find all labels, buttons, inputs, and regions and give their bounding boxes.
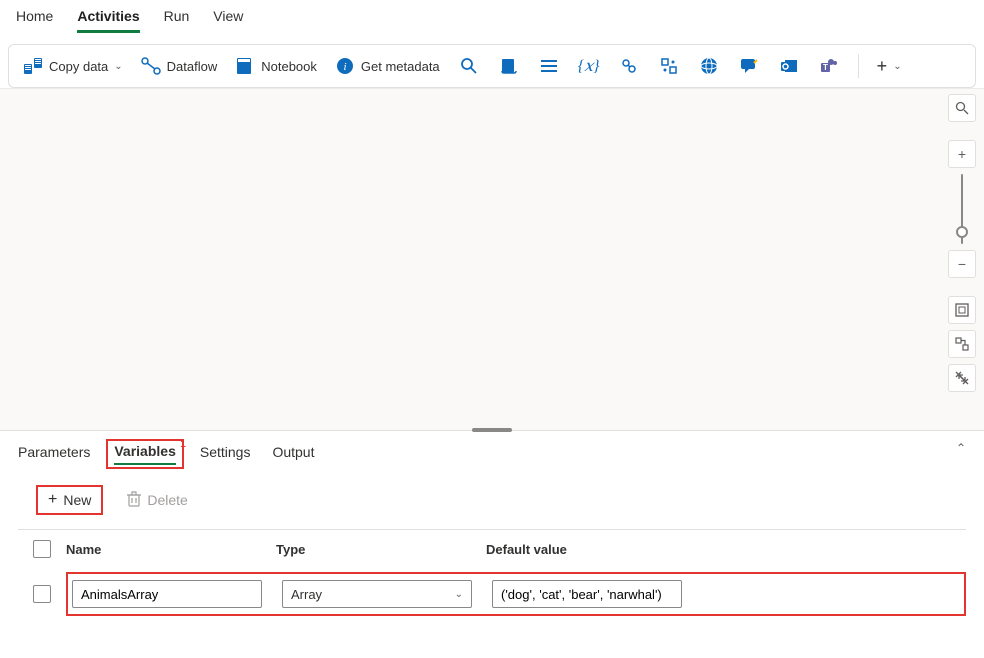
copy-data-button[interactable]: Copy data ⌄	[23, 56, 123, 76]
get-metadata-label: Get metadata	[361, 59, 440, 74]
column-header-type[interactable]: Type	[276, 542, 486, 557]
tab-parameters[interactable]: Parameters	[18, 444, 90, 464]
fullscreen-button[interactable]	[948, 364, 976, 392]
dataflow-button[interactable]: Dataflow	[141, 56, 218, 76]
auto-layout-button[interactable]	[948, 330, 976, 358]
row-checkbox[interactable]	[33, 585, 51, 603]
toolbar-separator	[858, 54, 859, 78]
wrap-icon[interactable]	[658, 55, 680, 77]
variables-badge: 1	[180, 439, 186, 450]
properties-panel: Parameters Variables 1 Settings Output ⌃…	[0, 430, 984, 620]
script-icon[interactable]	[498, 55, 520, 77]
chevron-down-icon: ⌄	[114, 61, 122, 72]
svg-text:T: T	[823, 63, 828, 72]
tab-settings[interactable]: Settings	[200, 444, 251, 464]
dataflow-label: Dataflow	[167, 59, 218, 74]
dataflow-icon	[141, 56, 161, 76]
chevron-down-icon: ⌄	[455, 589, 463, 600]
zoom-out-button[interactable]: −	[948, 250, 976, 278]
menu-run[interactable]: Run	[164, 8, 190, 33]
new-variable-button[interactable]: + New	[36, 485, 103, 515]
notebook-icon	[235, 56, 255, 76]
chat-icon[interactable]	[738, 55, 760, 77]
select-value: Array	[291, 587, 322, 602]
copy-data-label: Copy data	[49, 59, 108, 74]
pipeline-canvas[interactable]	[0, 88, 984, 430]
list-icon[interactable]	[538, 55, 560, 77]
svg-text:i: i	[343, 61, 346, 73]
plus-icon: +	[48, 491, 57, 509]
copy-data-icon	[23, 56, 43, 76]
top-menu-bar: Home Activities Run View	[0, 0, 984, 40]
column-header-name[interactable]: Name	[66, 542, 276, 557]
activities-toolbar: Copy data ⌄ Dataflow Notebook i Get meta…	[8, 44, 976, 88]
menu-home[interactable]: Home	[16, 8, 53, 33]
zoom-slider-thumb[interactable]	[956, 226, 968, 238]
menu-view[interactable]: View	[213, 8, 243, 33]
notebook-button[interactable]: Notebook	[235, 56, 317, 76]
canvas-search-button[interactable]	[948, 94, 976, 122]
trash-icon	[127, 491, 141, 510]
web-icon[interactable]	[698, 55, 720, 77]
fit-to-screen-button[interactable]	[948, 296, 976, 324]
tab-output[interactable]: Output	[272, 444, 314, 464]
tab-variables[interactable]: Variables	[114, 443, 176, 465]
variable-icon[interactable]: {𝑥}	[578, 55, 600, 77]
canvas-side-controls: + −	[948, 94, 976, 392]
add-activity-button[interactable]: + ⌄	[877, 56, 902, 77]
info-icon: i	[335, 56, 355, 76]
variable-type-select[interactable]: Array ⌄	[282, 580, 472, 608]
delete-variable-button[interactable]: Delete	[127, 491, 187, 510]
panel-actions: + New Delete	[18, 475, 966, 530]
menu-activities[interactable]: Activities	[77, 8, 139, 33]
variable-name-input[interactable]	[72, 580, 262, 608]
column-header-default[interactable]: Default value	[486, 542, 966, 557]
delete-label: Delete	[147, 492, 187, 508]
variable-default-input[interactable]	[492, 580, 682, 608]
select-all-checkbox[interactable]	[33, 540, 51, 558]
variables-table: Name Type Default value Array ⌄	[0, 530, 984, 620]
zoom-slider[interactable]	[961, 174, 963, 244]
notebook-label: Notebook	[261, 59, 317, 74]
search-icon[interactable]	[458, 55, 480, 77]
chevron-down-icon: ⌄	[893, 61, 901, 72]
get-metadata-button[interactable]: i Get metadata	[335, 56, 440, 76]
plus-icon: +	[877, 56, 888, 77]
teams-icon[interactable]: T	[818, 55, 840, 77]
zoom-in-button[interactable]: +	[948, 140, 976, 168]
outlook-icon[interactable]	[778, 55, 800, 77]
debug-icon[interactable]	[618, 55, 640, 77]
collapse-panel-button[interactable]: ⌃	[956, 441, 966, 455]
table-header-row: Name Type Default value	[18, 530, 966, 568]
table-row: Array ⌄	[18, 568, 966, 620]
new-label: New	[63, 492, 91, 508]
panel-tabs: Parameters Variables 1 Settings Output ⌃	[0, 431, 984, 475]
